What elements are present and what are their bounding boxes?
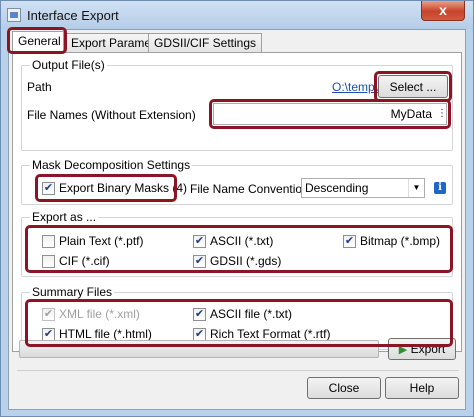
xml-file-checkbox[interactable]: ✔ [42,308,55,321]
xml-file-label: XML file (*.xml) [59,307,140,321]
export-button-label: Export [410,342,446,356]
mask-decomposition-title: Mask Decomposition Settings [30,158,193,172]
plain-text-label: Plain Text (*.ptf) [59,234,144,248]
export-button[interactable]: ▶ Export [388,338,456,360]
convention-value: Descending [305,181,369,195]
general-tab-panel: Output File(s) Path O:\temp\ Select ... … [12,52,462,352]
divider [17,370,459,371]
bitmap-label: Bitmap (*.bmp) [360,234,441,248]
gdsii-label: GDSII (*.gds) [210,254,282,268]
info-icon[interactable]: i [434,182,446,194]
file-name-convention-select[interactable]: Descending ▼ [301,178,425,198]
output-files-title: Output File(s) [30,58,107,72]
export-dialog: Interface Export x Export Parameters GDS… [0,0,474,417]
export-binary-masks-label: Export Binary Masks (4) [59,181,188,195]
help-button[interactable]: Help [385,377,459,399]
summary-files-title: Summary Files [30,285,115,299]
export-as-title: Export as ... [30,210,99,224]
ascii-label: ASCII (*.txt) [210,234,274,248]
tab-general[interactable]: General [12,31,64,54]
title-bar[interactable]: Interface Export x [1,1,473,29]
export-progress-bar [19,340,379,358]
play-icon: ▶ [398,344,408,356]
close-button[interactable]: Close [307,377,381,399]
chevron-down-icon[interactable]: ▼ [408,179,424,197]
ascii-file-checkbox[interactable]: ✔ [193,308,206,321]
path-link[interactable]: O:\temp\ [332,80,378,94]
path-label: Path [27,80,52,94]
bitmap-checkbox[interactable]: ✔ [343,235,356,248]
html-file-label: HTML file (*.html) [59,327,152,341]
select-path-button[interactable]: Select ... [378,75,448,98]
gdsii-checkbox[interactable]: ✔ [193,255,206,268]
window-close-button[interactable]: x [421,1,465,21]
dialog-client: Export Parameters GDSII/CIF Settings Gen… [7,27,466,410]
window-title: Interface Export [27,8,119,23]
export-binary-masks-checkbox[interactable]: ✔ [42,182,55,195]
file-name-convention-label: File Name Convention [190,182,309,196]
plain-text-checkbox[interactable] [42,235,55,248]
rtf-file-label: Rich Text Format (*.rtf) [210,327,331,341]
app-icon [7,8,21,22]
tab-gdsii-cif-settings[interactable]: GDSII/CIF Settings [148,33,263,53]
file-name-input[interactable]: MyData [213,103,447,125]
cif-checkbox[interactable] [42,255,55,268]
file-names-label: File Names (Without Extension) [27,108,196,122]
ascii-checkbox[interactable]: ✔ [193,235,206,248]
cif-label: CIF (*.cif) [59,254,110,268]
file-name-spinner-icon[interactable]: ⋮ [437,105,447,123]
ascii-file-label: ASCII file (*.txt) [210,307,293,321]
